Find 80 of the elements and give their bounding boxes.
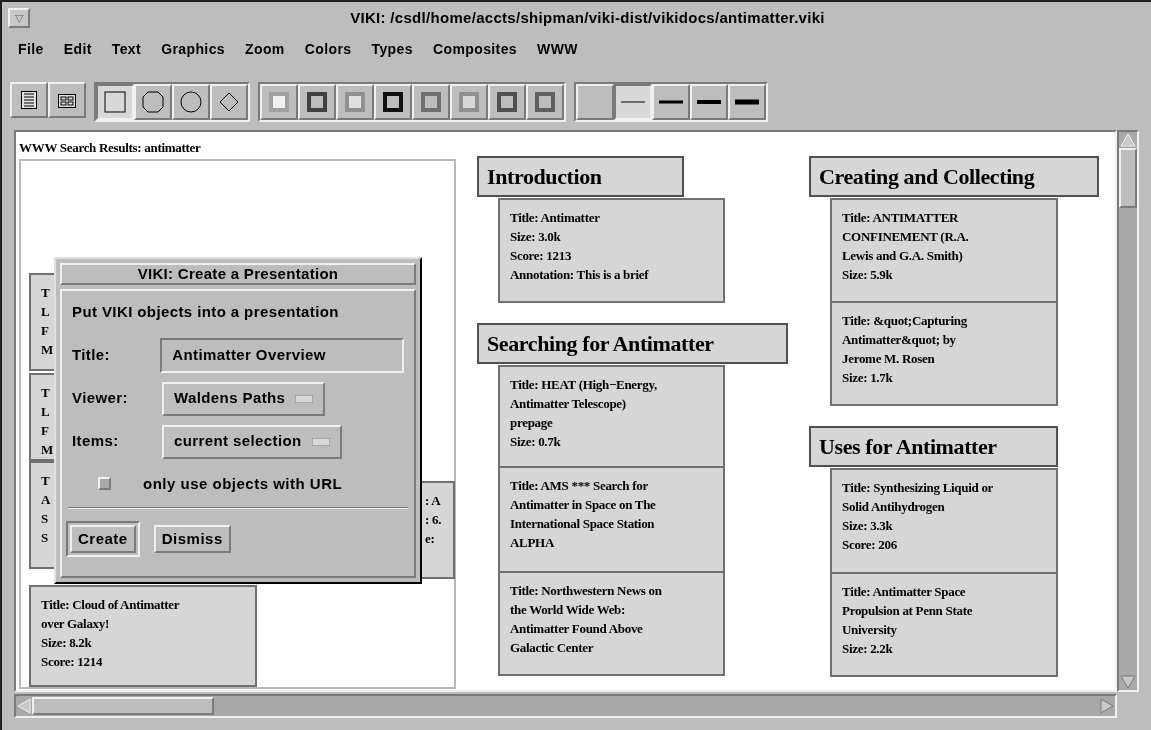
framed-square-icon — [345, 92, 365, 112]
result-card[interactable]: Title: Synthesizing Liquid or Solid Antihydrogen Size: 3.3k Score: 206 — [830, 468, 1058, 574]
card-text: Title: AMS *** Search for Antimatter in Space on The International Space Station ALPHA — [509, 477, 656, 552]
window-title: VIKI: /csdl/home/accts/shipman/viki-dist/vikidocs/antimatter.viki — [349, 7, 826, 28]
result-card[interactable]: Title: Northwestern News on the World Wide Web: Antimatter Found Above Galactic Center — [498, 571, 725, 676]
grid-icon — [58, 92, 76, 108]
create-button[interactable]: Create — [70, 525, 136, 553]
card-text: Title: Northwestern News on the World Wide Web: Antimatter Found Above Galactic Center — [509, 582, 662, 657]
field-label: Title: — [72, 344, 111, 365]
result-card[interactable]: Title: AMS *** Search for Antimatter in Space on The International Space Station ALPHA — [498, 466, 725, 573]
menu-item[interactable]: WWW — [537, 38, 578, 60]
result-card[interactable]: Title: ANTIMATTER CONFINEMENT (R.A. Lewis and G.A. Smith) Size: 5.9k — [830, 198, 1058, 303]
card-text: Title: ANTIMATTER CONFINEMENT (R.A. Lewis and G.A. Smith) Size: 5.9k — [841, 209, 969, 284]
card-text: Title: Synthesizing Liquid or Solid Antihydrogen Size: 3.3k Score: 206 — [841, 479, 994, 554]
framed-square-icon — [269, 92, 289, 112]
menu-item[interactable]: Composites — [432, 38, 518, 60]
square-icon — [104, 91, 126, 113]
collection-header[interactable]: Creating and Collecting — [809, 156, 1099, 197]
border-style-button[interactable] — [374, 84, 412, 120]
option-indicator-icon — [311, 437, 330, 446]
menu-item[interactable]: Graphics — [161, 38, 225, 60]
menu-item[interactable]: Text — [111, 38, 142, 60]
menu-item[interactable]: Colors — [304, 38, 352, 60]
collection-label: WWW Search Results: antimatter — [19, 139, 201, 157]
card-text: : A : 6. e: — [424, 492, 442, 548]
checkbox-label: only use objects with URL — [143, 473, 343, 494]
scrollbar-thumb[interactable] — [1119, 148, 1137, 208]
horizontal-scrollbar[interactable] — [14, 694, 1117, 718]
card-text: T L F M — [40, 384, 53, 459]
card-text: Title: Antimatter Space Propulsion at Penn State University Size: 2.2k — [841, 583, 973, 658]
dialog-instruction: Put VIKI objects into a presentation — [72, 302, 340, 322]
option-menu[interactable]: Waldens Paths — [162, 381, 326, 416]
result-card[interactable]: Title: HEAT (High−Energy, Antimatter Telescope) prepage Size: 0.7k — [498, 365, 725, 468]
checkbox[interactable] — [98, 477, 111, 491]
menu-item[interactable]: Types — [371, 38, 413, 60]
framed-square-icon — [307, 92, 327, 112]
dialog-title: VIKI: Create a Presentation — [60, 263, 416, 285]
left-arrow-icon — [16, 697, 32, 715]
card-text: T L F M — [40, 284, 53, 359]
up-arrow-icon — [1119, 132, 1137, 148]
result-card[interactable]: Title: Antimatter Size: 3.0k Score: 1213 Annotation: This is a brief — [498, 198, 725, 303]
framed-square-icon — [459, 92, 479, 112]
window-menu-button[interactable]: ▽ — [8, 8, 30, 28]
vertical-scrollbar[interactable] — [1117, 130, 1139, 692]
diamond-icon — [218, 91, 240, 113]
option-menu[interactable]: current selection — [162, 424, 342, 459]
card-text: Title: &quot;Capturing Antimatter&quot; by Jerome M. Rosen Size: 1.7k — [841, 312, 967, 387]
field-label: Viewer: — [72, 388, 129, 409]
border-style-button[interactable] — [488, 84, 526, 120]
menu-item[interactable]: File — [18, 38, 44, 60]
octagon-icon — [142, 91, 164, 113]
collection-header[interactable]: Uses for Antimatter — [809, 426, 1058, 467]
menu-item[interactable]: Zoom — [245, 38, 285, 60]
card-text: Title: Cloud of Antimatter over Galaxy! Size: 8.2k Score: 1214 — [40, 596, 180, 671]
framed-square-icon — [497, 92, 517, 112]
framed-square-icon — [535, 92, 555, 112]
collection-header[interactable]: Searching for Antimatter — [477, 323, 788, 364]
card-view-button[interactable] — [48, 82, 86, 118]
down-arrow-icon — [1119, 674, 1137, 690]
framed-square-icon — [383, 92, 403, 112]
result-card[interactable]: Title: Antimatter Space Propulsion at Penn State University Size: 2.2k — [830, 572, 1058, 677]
result-card[interactable]: Title: &quot;Capturing Antimatter&quot; by Jerome M. Rosen Size: 1.7k — [830, 301, 1058, 406]
right-arrow-icon — [1099, 697, 1115, 715]
list-view-button[interactable] — [10, 82, 48, 118]
card-text: Title: Antimatter Size: 3.0k Score: 1213 Annotation: This is a brief — [509, 209, 649, 284]
result-card[interactable]: Title: Cloud of Antimatter over Galaxy! Size: 8.2k Score: 1214 — [29, 585, 257, 687]
title-input[interactable]: Antimatter Overview — [160, 337, 404, 373]
list-icon — [21, 91, 37, 109]
framed-square-icon — [421, 92, 441, 112]
card-text: T A S S — [40, 472, 51, 547]
field-label: Items: — [72, 431, 120, 452]
menu-item[interactable]: Edit — [63, 38, 92, 60]
line-icon — [659, 99, 683, 105]
scrollbar-thumb[interactable] — [32, 697, 214, 715]
border-style-button[interactable] — [298, 84, 336, 120]
card-text: Title: HEAT (High−Energy, Antimatter Telescope) prepage Size: 0.7k — [509, 376, 657, 451]
circle-icon — [180, 91, 202, 113]
dismiss-button[interactable]: Dismiss — [153, 525, 231, 553]
collection-header[interactable]: Introduction — [477, 156, 684, 197]
option-indicator-icon — [295, 394, 314, 403]
